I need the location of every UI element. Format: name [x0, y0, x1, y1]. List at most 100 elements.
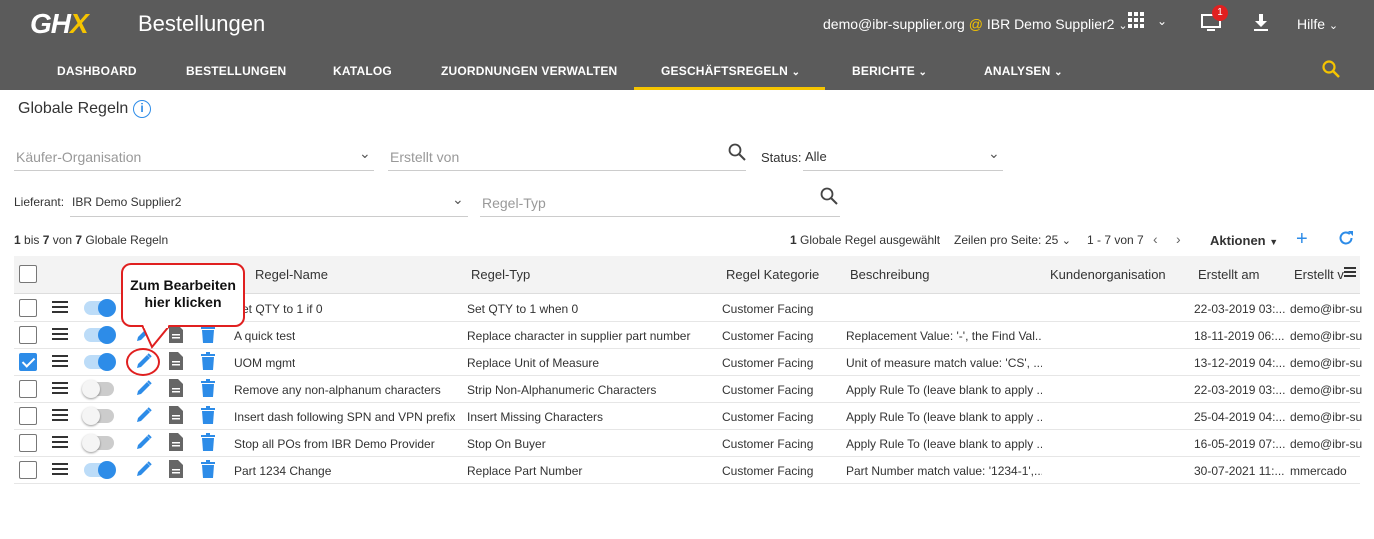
nav-bestellungen[interactable]: BESTELLUNGEN: [186, 64, 286, 78]
app-title: Bestellungen: [138, 11, 266, 36]
chevron-down-icon[interactable]: ⌄: [1157, 14, 1167, 28]
top-bar: GHX Bestellungen demo@ibr-supplier.org @…: [0, 0, 1374, 48]
document-icon[interactable]: [169, 379, 183, 402]
delete-icon[interactable]: [201, 325, 215, 348]
chevron-down-icon: ⌄: [359, 145, 371, 161]
table-row[interactable]: Remove any non-alphanum characters Strip …: [14, 376, 1362, 403]
chevron-left-icon[interactable]: ‹: [1153, 231, 1158, 247]
active-toggle[interactable]: [82, 434, 114, 452]
info-icon[interactable]: i: [133, 100, 151, 118]
help-menu[interactable]: Hilfe ⌄: [1297, 16, 1338, 32]
cell-type: Insert Missing Characters: [467, 410, 604, 424]
edit-icon[interactable]: [135, 460, 153, 483]
nav-active-indicator: [634, 87, 825, 90]
col-erstellt-am[interactable]: Erstellt am: [1198, 267, 1259, 282]
chevron-right-icon[interactable]: ›: [1176, 231, 1181, 247]
menu-icon[interactable]: [52, 409, 68, 421]
active-toggle[interactable]: [84, 326, 116, 344]
edit-icon[interactable]: [135, 406, 153, 429]
add-icon[interactable]: +: [1296, 228, 1308, 251]
row-checkbox[interactable]: [19, 461, 37, 479]
cell-description: Apply Rule To (leave blank to apply ...: [846, 410, 1042, 424]
col-regel-kategorie[interactable]: Regel Kategorie: [726, 267, 819, 282]
rows-per-page-select[interactable]: 25 ⌄: [1045, 233, 1071, 247]
row-checkbox[interactable]: [19, 353, 37, 371]
download-icon[interactable]: [1253, 14, 1269, 37]
col-regel-typ[interactable]: Regel-Typ: [471, 267, 530, 282]
menu-icon[interactable]: [52, 328, 68, 340]
cell-type: Replace character in supplier part numbe…: [467, 329, 691, 343]
table-row[interactable]: UOM mgmt Replace Unit of Measure Customer …: [14, 349, 1362, 376]
rule-type-input[interactable]: Regel-Typ: [480, 187, 840, 217]
cell-created-by: mmercado: [1290, 464, 1347, 478]
edit-icon[interactable]: [135, 433, 153, 456]
document-icon[interactable]: [169, 460, 183, 483]
cell-name: Remove any non-alphanum characters: [234, 383, 441, 397]
select-all-checkbox[interactable]: [19, 265, 37, 283]
table-row[interactable]: Stop all POs from IBR Demo Provider Stop …: [14, 430, 1362, 457]
cell-name: A quick test: [234, 329, 296, 343]
document-icon[interactable]: [169, 406, 183, 429]
nav-berichte[interactable]: BERICHTE ⌄: [852, 64, 927, 78]
cell-type: Replace Part Number: [467, 464, 583, 478]
col-regel-name[interactable]: Regel-Name: [255, 267, 328, 282]
menu-icon[interactable]: [52, 382, 68, 394]
document-icon[interactable]: [169, 352, 183, 375]
search-icon[interactable]: [820, 187, 838, 210]
nav-katalog[interactable]: KATALOG: [333, 64, 392, 78]
cell-created-by: demo@ibr-sup: [1290, 329, 1362, 343]
nav-zuordnungen[interactable]: ZUORDNUNGEN VERWALTEN: [441, 64, 617, 78]
col-erstellt-von[interactable]: Erstellt v: [1294, 267, 1344, 282]
grid-icon[interactable]: [1128, 12, 1144, 33]
nav-analysen[interactable]: ANALYSEN ⌄: [984, 64, 1063, 78]
refresh-icon[interactable]: [1338, 230, 1354, 249]
menu-icon[interactable]: [52, 355, 68, 367]
row-checkbox[interactable]: [19, 434, 37, 452]
created-by-input[interactable]: Erstellt von: [388, 141, 746, 171]
edit-icon[interactable]: [135, 379, 153, 402]
active-toggle[interactable]: [82, 407, 114, 425]
user-menu[interactable]: demo@ibr-supplier.org @ IBR Demo Supplie…: [823, 16, 1128, 32]
table-row[interactable]: Insert dash following SPN and VPN prefix…: [14, 403, 1362, 430]
row-checkbox[interactable]: [19, 407, 37, 425]
active-toggle[interactable]: [84, 461, 116, 479]
active-toggle[interactable]: [84, 299, 116, 317]
ghx-logo[interactable]: GHX: [30, 8, 89, 40]
page-title: Globale Regeln: [18, 100, 129, 117]
nav-geschaeftsregeln[interactable]: GESCHÄFTSREGELN ⌄: [661, 64, 800, 78]
column-menu-icon[interactable]: [1344, 267, 1356, 277]
col-kundenorganisation[interactable]: Kundenorganisation: [1050, 267, 1166, 282]
delete-icon[interactable]: [201, 406, 215, 429]
cell-created-at: 25-04-2019 04:...: [1194, 410, 1286, 424]
row-checkbox[interactable]: [19, 299, 37, 317]
search-icon[interactable]: [728, 143, 746, 166]
row-checkbox[interactable]: [19, 326, 37, 344]
cell-created-by: demo@ibr-sup: [1290, 437, 1362, 451]
chevron-down-icon: ⌄: [1118, 20, 1128, 32]
document-icon[interactable]: [169, 433, 183, 456]
cell-category: Customer Facing: [722, 464, 814, 478]
search-icon[interactable]: [1322, 60, 1340, 83]
main-nav: DASHBOARD BESTELLUNGEN KATALOG ZUORDNUNG…: [0, 48, 1374, 90]
menu-icon[interactable]: [52, 436, 68, 448]
menu-icon[interactable]: [52, 463, 68, 475]
cell-created-at: 30-07-2021 11:...: [1194, 464, 1285, 478]
actions-menu[interactable]: Aktionen ▼: [1210, 233, 1278, 248]
col-beschreibung[interactable]: Beschreibung: [850, 267, 930, 282]
cell-type: Replace Unit of Measure: [467, 356, 600, 370]
delete-icon[interactable]: [201, 460, 215, 483]
active-toggle[interactable]: [82, 380, 114, 398]
delete-icon[interactable]: [201, 379, 215, 402]
row-checkbox[interactable]: [19, 380, 37, 398]
table-row[interactable]: Part 1234 Change Replace Part Number Custo…: [14, 457, 1360, 484]
buyer-org-select[interactable]: Käufer-Organisation ⌄: [14, 141, 374, 171]
delete-icon[interactable]: [201, 352, 215, 375]
supplier-select[interactable]: IBR Demo Supplier2 ⌄: [70, 187, 468, 217]
active-toggle[interactable]: [84, 353, 116, 371]
menu-icon[interactable]: [52, 301, 68, 313]
user-email: demo@ibr-supplier.org: [823, 16, 965, 32]
cell-type: Set QTY to 1 when 0: [467, 302, 579, 316]
status-select[interactable]: Alle ⌄: [803, 141, 1003, 171]
nav-dashboard[interactable]: DASHBOARD: [57, 64, 137, 78]
delete-icon[interactable]: [201, 433, 215, 456]
